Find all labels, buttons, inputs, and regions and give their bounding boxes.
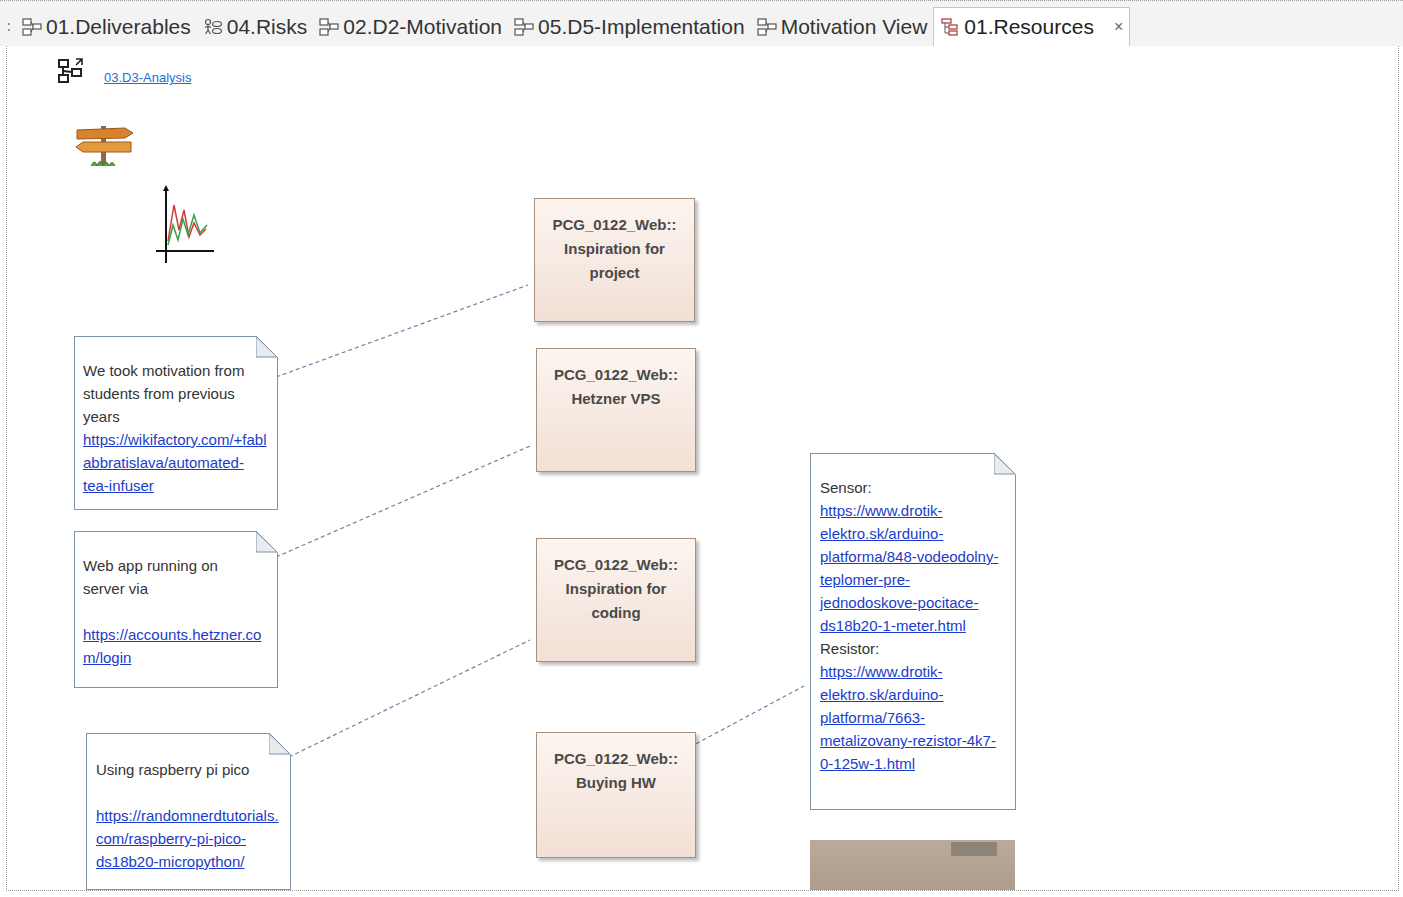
note[interactable]: We took motivation from students from pr… — [74, 336, 278, 510]
note-link[interactable]: https://randomnerdtutorials.com/raspberr… — [96, 804, 282, 873]
note-link-connector — [276, 446, 530, 557]
signpost-icon — [73, 122, 137, 168]
note[interactable]: Sensor:https://www.drotik-elektro.sk/ard… — [810, 453, 1016, 810]
element-name: Inspiration for coding — [541, 577, 691, 625]
chart-icon — [154, 185, 216, 265]
tab-label: 01.Resources — [964, 11, 1094, 43]
class-element[interactable]: PCG_0122_Web::Inspiration for project — [534, 198, 695, 322]
diagram-tab[interactable]: 05.D5-Implementation — [508, 7, 751, 46]
app-window: 01.Deliverables04.Risks02.D2-Motivation0… — [0, 0, 1403, 897]
tab-bar: 01.Deliverables 04.Risks 02.D2-Motivation 0… — [0, 0, 1403, 46]
diagram-tab[interactable]: 01.Deliverables — [16, 7, 197, 46]
element-package: PCG_0122_Web:: — [553, 213, 677, 237]
note[interactable]: Web app running on server via https://acc… — [74, 531, 278, 688]
class-element[interactable]: PCG_0122_Web::Hetzner VPS — [536, 348, 696, 472]
class-diagram-icon — [757, 18, 777, 36]
note-link[interactable]: https://wikifactory.com/+fablabbratislav… — [83, 428, 269, 497]
note-link-connector — [289, 640, 530, 757]
class-diagram-icon — [22, 18, 42, 36]
element-package: PCG_0122_Web:: — [554, 747, 678, 771]
diagram-tab[interactable]: 01.Resources × — [933, 7, 1130, 46]
note-text: Resistor: — [820, 637, 1007, 660]
note-link[interactable]: https://www.drotik-elektro.sk/arduino-pl… — [820, 499, 1007, 637]
photo — [810, 840, 1015, 891]
usecase-diagram-icon — [203, 18, 223, 36]
class-element[interactable]: PCG_0122_Web::Buying HW — [536, 732, 696, 858]
note-fold-icon — [256, 531, 278, 553]
tab-label: 02.D2-Motivation — [343, 11, 502, 43]
note-fold-icon — [994, 453, 1016, 475]
close-tab-button[interactable]: × — [1114, 15, 1123, 39]
element-name: Buying HW — [576, 771, 656, 795]
class-diagram-icon — [319, 18, 339, 36]
class-diagram-icon — [514, 18, 534, 36]
note-link-connector — [690, 686, 804, 747]
note-text: Using raspberry pi pico — [96, 758, 282, 781]
note-link-connector — [276, 285, 528, 377]
tab-label: Motivation View — [781, 11, 928, 43]
tab-label: 05.D5-Implementation — [538, 11, 745, 43]
element-package: PCG_0122_Web:: — [554, 363, 678, 387]
class-element[interactable]: PCG_0122_Web::Inspiration for coding — [536, 538, 696, 662]
diagram-hyperlink[interactable]: 03.D3-Analysis — [104, 68, 191, 88]
note-fold-icon — [256, 336, 278, 358]
element-name: Inspiration for project — [539, 237, 690, 285]
note-link[interactable]: https://accounts.hetzner.com/login — [83, 623, 269, 669]
element-package: PCG_0122_Web:: — [554, 553, 678, 577]
note-fold-icon — [269, 733, 291, 755]
element-name: Hetzner VPS — [571, 387, 660, 411]
note-text: Web app running on server via — [83, 554, 269, 600]
hyperlink-diagram-icon[interactable] — [56, 57, 86, 87]
diagram-tab[interactable]: Motivation View — [751, 7, 934, 46]
tab-label: 01.Deliverables — [46, 11, 191, 43]
note-text: Sensor: — [820, 476, 1007, 499]
grip-icon — [6, 12, 12, 42]
note[interactable]: Using raspberry pi pico https://randomner… — [86, 733, 291, 890]
tab-label: 04.Risks — [227, 11, 308, 43]
note-text: We took motivation from students from pr… — [83, 359, 269, 428]
diagram-tab[interactable]: 02.D2-Motivation — [313, 7, 508, 46]
tree-diagram-icon — [940, 18, 960, 36]
note-link[interactable]: https://www.drotik-elektro.sk/arduino-pl… — [820, 660, 1007, 775]
photo-detail — [951, 842, 997, 856]
diagram-tab[interactable]: 04.Risks — [197, 7, 314, 46]
diagram-canvas: 03.D3-AnalysisPCG_0122_Web::Inspiration … — [6, 46, 1399, 891]
